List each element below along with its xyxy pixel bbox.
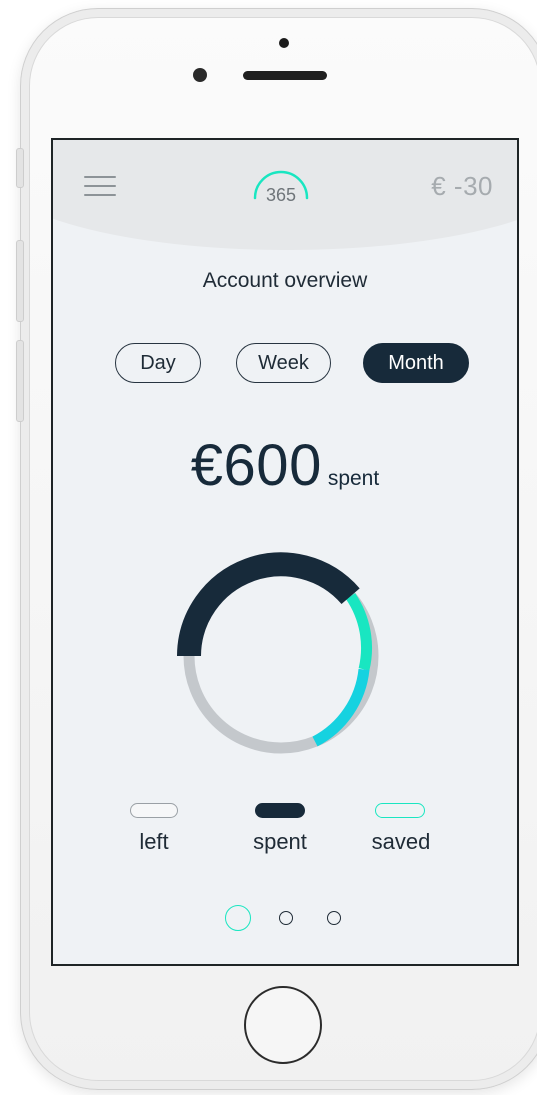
period-tab-week[interactable]: Week [236, 343, 331, 383]
proximity-sensor [279, 38, 289, 48]
balance-amount: € -30 [431, 171, 493, 201]
legend-spent-label: spent [253, 829, 307, 854]
donut-spent-segment [177, 552, 360, 657]
donut-saved-segment-tail [312, 668, 370, 747]
page-title: Account overview [202, 269, 368, 292]
logo-number: 365 [265, 185, 297, 205]
legend-saved-label: saved [371, 829, 431, 854]
home-button[interactable] [244, 986, 322, 1064]
legend-spent-swatch [255, 803, 305, 818]
legend-left-label: left [139, 829, 169, 854]
period-tab-month[interactable]: Month [363, 343, 469, 383]
volume-down-button [16, 340, 24, 422]
page-indicator-dot-2[interactable] [279, 911, 293, 925]
app-logo: 365 [249, 160, 325, 212]
mute-switch [16, 148, 24, 188]
app-screen: 365 € -30 Account overview Day Week Mont… [51, 138, 519, 966]
volume-up-button [16, 240, 24, 322]
front-camera [193, 68, 207, 82]
spent-summary: €600 spent [53, 432, 517, 499]
legend-left-swatch [130, 803, 178, 818]
earpiece-speaker [243, 71, 327, 80]
page-indicator-dot-3[interactable] [327, 911, 341, 925]
spent-amount: €600 [190, 433, 322, 498]
hamburger-menu-icon[interactable] [84, 176, 116, 198]
period-tab-day[interactable]: Day [115, 343, 201, 383]
page-indicator-dot-1[interactable] [225, 905, 251, 931]
spent-amount-label: spent [327, 467, 380, 490]
legend-saved-swatch [375, 803, 425, 818]
spending-donut-chart [177, 552, 379, 754]
